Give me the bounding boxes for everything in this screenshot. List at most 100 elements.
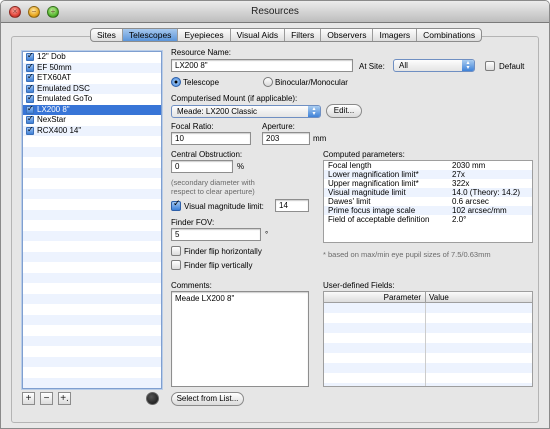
- enabled-checkbox[interactable]: [26, 114, 34, 125]
- empty-list-row: [23, 346, 161, 357]
- aperture-label: Aperture:: [262, 122, 295, 131]
- parameter-cell: [324, 323, 426, 333]
- default-label: Default: [499, 62, 525, 71]
- add-button[interactable]: +: [22, 392, 35, 405]
- list-item[interactable]: Emulated DSC: [23, 83, 161, 94]
- central-obstruction-label: Central Obstruction:: [171, 150, 243, 159]
- finder-flip-horizontal-label: Finder flip horizontally: [184, 247, 262, 256]
- empty-list-row: [23, 188, 161, 199]
- empty-list-row: [23, 304, 161, 315]
- enabled-checkbox[interactable]: [26, 104, 34, 114]
- enabled-checkbox[interactable]: [26, 125, 34, 135]
- value-cell: [426, 323, 532, 333]
- table-row: Dawes' limit 0.6 arcsec: [324, 197, 532, 206]
- visual-magnitude-label: Visual magnitude limit:: [184, 202, 264, 211]
- select-from-list-button[interactable]: Select from List...: [171, 392, 244, 406]
- site-popup-value: All: [399, 61, 408, 70]
- list-item[interactable]: NexStar: [23, 114, 161, 126]
- value-cell: [426, 373, 532, 383]
- empty-list-row: [23, 136, 161, 147]
- tab-eyepieces[interactable]: Eyepieces: [178, 29, 231, 41]
- focal-ratio-field[interactable]: 10: [171, 132, 251, 145]
- action-gear-button[interactable]: [146, 392, 159, 405]
- parameter-cell: [324, 303, 426, 313]
- empty-list-row: [23, 167, 161, 178]
- empty-list-row: [23, 199, 161, 210]
- finder-flip-vertical-checkbox[interactable]: [171, 260, 181, 270]
- list-item[interactable]: 12" Dob: [23, 52, 161, 63]
- value-cell: [426, 303, 532, 313]
- value-cell: [426, 333, 532, 343]
- param-value: 0.6 arcsec: [452, 197, 489, 206]
- empty-list-row: [23, 377, 161, 388]
- param-name: Field of acceptable definition: [328, 215, 430, 224]
- computed-parameters-label: Computed parameters:: [323, 150, 405, 159]
- visual-magnitude-checkbox[interactable]: [171, 199, 181, 211]
- list-item[interactable]: RCX400 14": [23, 125, 161, 136]
- tab-observers[interactable]: Observers: [321, 29, 374, 41]
- binocular-radio[interactable]: [263, 77, 273, 87]
- default-checkbox[interactable]: [485, 61, 495, 71]
- tab-imagers[interactable]: Imagers: [373, 29, 418, 41]
- comments-textarea[interactable]: Meade LX200 8": [171, 291, 309, 387]
- add-special-button[interactable]: +.: [58, 392, 71, 405]
- enabled-checkbox[interactable]: [26, 72, 34, 83]
- empty-list-row: [23, 356, 161, 367]
- param-value: 27x: [452, 170, 465, 179]
- list-item-label: RCX400 14": [37, 125, 82, 135]
- comments-text: Meade LX200 8": [175, 294, 235, 303]
- visual-magnitude-field[interactable]: 14: [275, 199, 309, 212]
- parameter-column-header[interactable]: Parameter: [324, 292, 426, 302]
- enabled-checkbox[interactable]: [26, 93, 34, 104]
- resources-window: × − + Resources Sites Telescopes Eyepiec…: [0, 0, 550, 429]
- empty-list-row: [23, 272, 161, 283]
- empty-list-row: [23, 251, 161, 262]
- enabled-checkbox[interactable]: [26, 62, 34, 72]
- table-row: [324, 343, 532, 353]
- tab-visual-aids[interactable]: Visual Aids: [231, 29, 286, 41]
- central-obstruction-field[interactable]: 0: [171, 160, 233, 173]
- table-row: [324, 383, 532, 386]
- edit-mount-button[interactable]: Edit...: [326, 104, 362, 118]
- value-column-header[interactable]: Value: [426, 292, 449, 302]
- list-item[interactable]: Emulated GoTo: [23, 93, 161, 105]
- list-item-selected[interactable]: LX200 8": [23, 104, 161, 115]
- user-fields-rows[interactable]: [324, 303, 532, 386]
- empty-list-row: [23, 314, 161, 325]
- table-row: [324, 353, 532, 363]
- parameter-cell: [324, 373, 426, 383]
- parameter-cell: [324, 363, 426, 373]
- mount-popup[interactable]: Meade: LX200 Classic ▴ ▾: [171, 105, 321, 118]
- tab-telescopes[interactable]: Telescopes: [122, 29, 179, 41]
- title-bar[interactable]: × − + Resources: [1, 1, 549, 23]
- tab-combinations[interactable]: Combinations: [417, 29, 481, 41]
- telescope-radio[interactable]: [171, 77, 181, 87]
- tab-sites[interactable]: Sites: [91, 29, 123, 41]
- value-cell: [426, 363, 532, 373]
- list-item[interactable]: EF 50mm: [23, 62, 161, 73]
- site-popup[interactable]: All ▴ ▾: [393, 59, 475, 72]
- table-header: Parameter Value: [324, 292, 532, 303]
- table-row: Field of acceptable definition 2.0°: [324, 215, 532, 224]
- param-name: Visual magnitude limit: [328, 188, 406, 197]
- focal-ratio-label: Focal Ratio:: [171, 122, 214, 131]
- binocular-radio-label: Binocular/Monocular: [275, 78, 348, 87]
- at-site-label: At Site:: [359, 62, 385, 71]
- enabled-checkbox[interactable]: [26, 83, 34, 93]
- aperture-field[interactable]: 203: [262, 132, 310, 145]
- finder-flip-horizontal-checkbox[interactable]: [171, 246, 181, 256]
- finder-fov-field[interactable]: 5: [171, 228, 261, 241]
- list-item[interactable]: ETX60AT: [23, 72, 161, 84]
- user-fields-table[interactable]: Parameter Value: [323, 291, 533, 387]
- telescope-list[interactable]: 12" Dob EF 50mm ETX60AT Emulated DSC Emu…: [22, 51, 162, 389]
- list-item-label: LX200 8": [37, 104, 70, 114]
- list-empty-area[interactable]: [23, 136, 161, 388]
- empty-list-row: [23, 178, 161, 189]
- list-item-label: 12" Dob: [37, 52, 66, 61]
- value-cell: [426, 313, 532, 323]
- table-row: Focal length 2030 mm: [324, 161, 532, 170]
- enabled-checkbox[interactable]: [26, 52, 34, 62]
- tab-filters[interactable]: Filters: [285, 29, 322, 41]
- remove-button[interactable]: −: [40, 392, 53, 405]
- resource-name-field[interactable]: LX200 8": [171, 59, 353, 72]
